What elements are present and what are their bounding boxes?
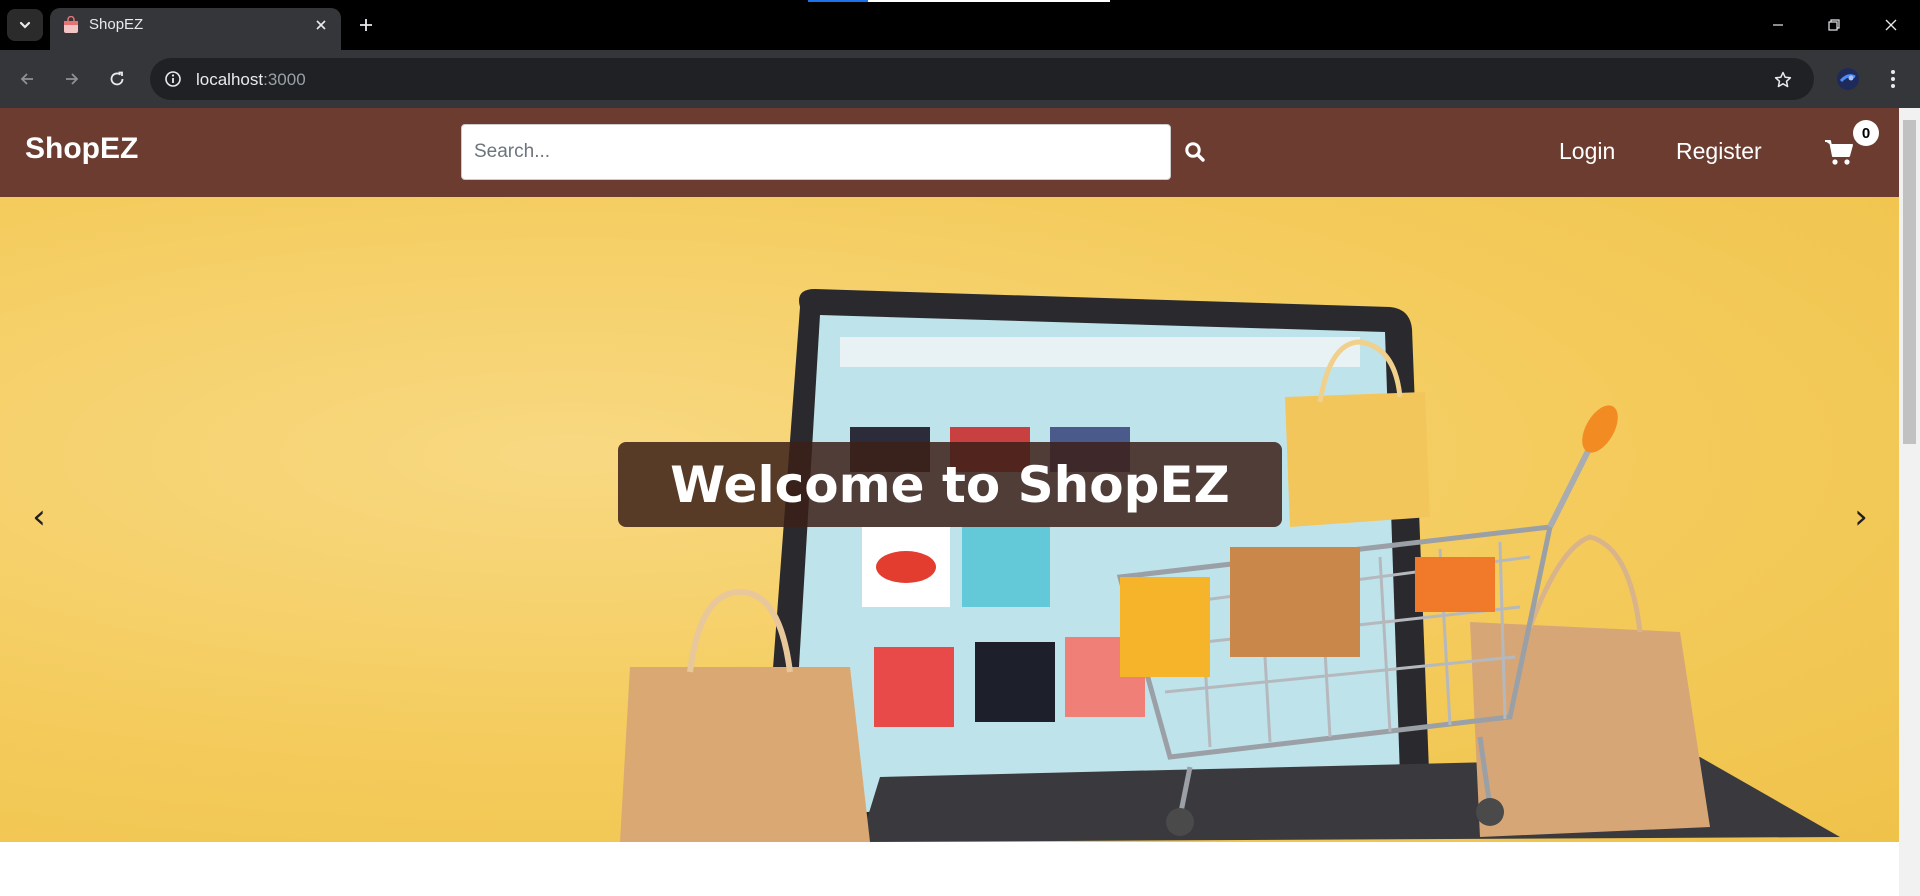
login-link[interactable]: Login xyxy=(1559,138,1615,165)
arrow-left-icon xyxy=(20,73,33,85)
hero-caption-box: Welcome to ShopEZ xyxy=(618,442,1282,527)
address-bar[interactable]: localhost:3000 xyxy=(150,58,1814,100)
info-icon xyxy=(165,71,181,87)
cart-button[interactable] xyxy=(1824,138,1854,166)
bookmark-button[interactable] xyxy=(1770,67,1796,93)
scrollbar-thumb[interactable] xyxy=(1903,120,1916,444)
profile-avatar-icon xyxy=(1837,68,1859,90)
page-viewport: ShopEZ Login Register 0 xyxy=(0,108,1920,896)
more-vertical-icon xyxy=(1891,70,1895,88)
browser-tab-strip: ShopEZ xyxy=(0,0,1920,50)
search-button[interactable] xyxy=(1182,138,1208,166)
register-link[interactable]: Register xyxy=(1676,138,1762,165)
shopping-bag-favicon-icon xyxy=(64,16,78,33)
plus-icon xyxy=(360,19,372,31)
browser-menu-button[interactable] xyxy=(1880,62,1906,96)
close-icon xyxy=(316,20,326,30)
carousel-prev-button[interactable]: ‹ xyxy=(24,497,54,537)
close-icon xyxy=(1885,19,1897,31)
tab-close-button[interactable] xyxy=(311,15,331,35)
tab-search-button[interactable] xyxy=(7,9,43,41)
star-icon xyxy=(1774,71,1792,88)
site-logo[interactable]: ShopEZ xyxy=(25,132,138,166)
new-tab-button[interactable] xyxy=(354,13,378,37)
url-port: :3000 xyxy=(263,70,306,89)
hero-carousel: Welcome to ShopEZ ‹ › xyxy=(0,197,1899,842)
browser-toolbar: localhost:3000 xyxy=(0,50,1920,108)
carousel-next-button[interactable]: › xyxy=(1846,497,1876,537)
profile-button[interactable] xyxy=(1834,62,1862,96)
search-input[interactable] xyxy=(461,124,1171,180)
page-loading-indicator xyxy=(808,0,1110,2)
site-info-button[interactable] xyxy=(162,68,184,90)
shopping-cart-icon xyxy=(1825,140,1853,165)
forward-button[interactable] xyxy=(55,62,89,96)
close-window-button[interactable] xyxy=(1867,8,1915,42)
reload-button[interactable] xyxy=(100,62,134,96)
url-text[interactable]: localhost:3000 xyxy=(196,70,306,90)
reload-icon xyxy=(110,71,124,86)
chevron-down-icon xyxy=(19,21,31,29)
site-header: ShopEZ Login Register 0 xyxy=(0,108,1899,197)
minimize-window-button[interactable] xyxy=(1754,8,1802,42)
tab-title: ShopEZ xyxy=(89,16,144,33)
cart-count-badge: 0 xyxy=(1853,120,1879,146)
minimize-icon xyxy=(1773,24,1783,26)
hero-caption-text: Welcome to ShopEZ xyxy=(670,455,1230,514)
restore-window-button[interactable] xyxy=(1810,8,1858,42)
search-icon xyxy=(1185,142,1205,162)
restore-icon xyxy=(1828,19,1840,31)
arrow-right-icon xyxy=(66,73,79,85)
page-scrollbar[interactable] xyxy=(1899,108,1920,896)
back-button[interactable] xyxy=(10,62,44,96)
url-host: localhost xyxy=(196,70,264,89)
